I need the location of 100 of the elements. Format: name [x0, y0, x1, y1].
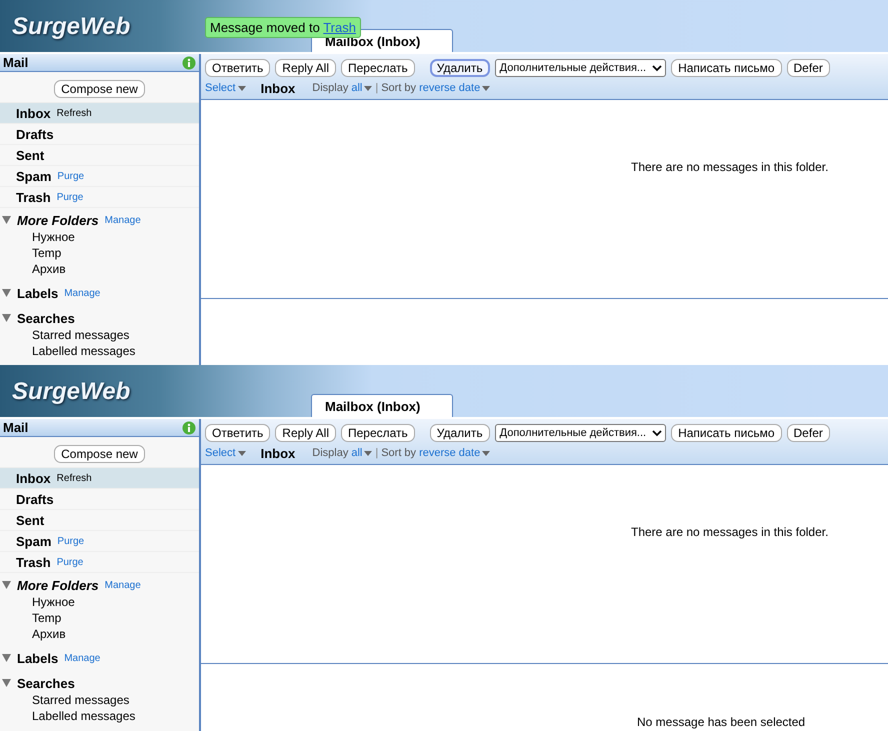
folder-item[interactable]: Sent	[0, 510, 199, 531]
toolbar-button[interactable]: Reply All	[275, 424, 336, 442]
section-title: Searches	[17, 310, 75, 326]
toolbar-button[interactable]: Defer	[786, 424, 830, 442]
actions-dropdown[interactable]: Дополнительные действия...	[494, 424, 666, 442]
manage-link[interactable]: Manage	[104, 580, 141, 590]
sort-menu[interactable]: reverse date	[419, 447, 490, 459]
folder-item[interactable]: Drafts	[0, 124, 199, 145]
subfolder-item[interactable]: Starred messages	[0, 327, 199, 343]
display-label: Display	[312, 447, 348, 459]
folder-action-link[interactable]: Refresh	[56, 108, 92, 118]
caret-icon	[482, 450, 490, 456]
separator: |	[375, 82, 378, 94]
mail-header: Mail	[0, 54, 199, 72]
display-menu[interactable]: all	[351, 82, 372, 94]
toolbar-button[interactable]: Удалить	[430, 59, 490, 77]
caret-icon	[238, 450, 246, 456]
folder-name[interactable]: Sent	[16, 512, 44, 528]
caret-icon	[238, 86, 246, 90]
folder-title: Inbox	[260, 446, 296, 460]
subfolder-item[interactable]: Labelled messages	[0, 343, 199, 359]
compose-button[interactable]: Compose new	[54, 80, 145, 98]
expanded-triangle-icon[interactable]	[2, 581, 11, 589]
toolbar-button[interactable]: Переслать	[340, 59, 415, 77]
mail-header: Mail	[0, 419, 199, 437]
caret-icon	[652, 64, 662, 72]
folder-item[interactable]: Drafts	[0, 489, 199, 510]
toolbar-button[interactable]: Удалить	[430, 424, 490, 442]
notification-toast: Message moved to Trash	[205, 17, 361, 38]
manage-link[interactable]: Manage	[104, 214, 141, 226]
compose-button[interactable]: Compose new	[54, 445, 145, 463]
section-title: Searches	[17, 676, 75, 690]
folder-item[interactable]: Trash Purge	[0, 552, 199, 573]
caret-icon	[652, 429, 662, 437]
logo: SurgeWeb	[12, 13, 130, 41]
mailbox-tab[interactable]: Mailbox (Inbox)	[311, 394, 454, 417]
subfolder-item[interactable]: Temp	[0, 610, 199, 626]
folder-name[interactable]: Spam	[16, 534, 52, 548]
toolbar-button[interactable]: Переслать	[340, 424, 415, 442]
expanded-triangle-icon[interactable]	[2, 289, 11, 297]
folder-item[interactable]: Trash Purge	[0, 187, 199, 208]
no-selection-message: No message has been selected	[637, 715, 806, 729]
folder-name[interactable]: Inbox	[16, 106, 51, 120]
sort-label: Sort by	[381, 82, 416, 94]
folder-action-link[interactable]: Refresh	[56, 472, 92, 484]
caret-icon	[364, 86, 372, 90]
folder-item[interactable]: Sent	[0, 145, 199, 166]
folder-name[interactable]: Drafts	[16, 126, 54, 142]
folder-item[interactable]: Inbox Refresh	[0, 103, 199, 124]
folder-name[interactable]: Trash	[16, 554, 51, 570]
select-menu[interactable]: Select	[205, 447, 246, 459]
separator: |	[375, 447, 378, 459]
folder-item[interactable]: Spam Purge	[0, 531, 199, 552]
toolbar-button[interactable]: Reply All	[275, 59, 336, 77]
folder-action-link[interactable]: Purge	[57, 536, 84, 546]
folder-name[interactable]: Drafts	[16, 492, 54, 506]
info-icon[interactable]	[182, 56, 196, 70]
section-title: More Folders	[17, 578, 99, 592]
subfolder-item[interactable]: Архив	[0, 261, 199, 277]
expanded-triangle-icon[interactable]	[2, 314, 11, 322]
caret-icon	[482, 86, 490, 90]
logo: SurgeWeb	[12, 378, 130, 406]
folder-name[interactable]: Inbox	[16, 470, 51, 486]
sort-label: Sort by	[381, 447, 416, 459]
expanded-triangle-icon[interactable]	[2, 679, 11, 687]
folder-item[interactable]: Inbox Refresh	[0, 468, 199, 489]
expanded-triangle-icon[interactable]	[2, 654, 11, 662]
folder-action-link[interactable]: Purge	[56, 192, 84, 202]
manage-link[interactable]: Manage	[64, 652, 100, 664]
toolbar-button[interactable]: Defer	[786, 59, 830, 77]
empty-folder-message: There are no messages in this folder.	[631, 160, 828, 174]
caret-icon	[364, 450, 372, 456]
folder-name[interactable]: Spam	[16, 168, 52, 184]
subfolder-item[interactable]: Starred messages	[0, 692, 199, 708]
manage-link[interactable]: Manage	[64, 288, 100, 298]
info-icon[interactable]	[182, 420, 196, 434]
folder-name[interactable]: Sent	[16, 148, 44, 162]
toolbar-button[interactable]: Ответить	[205, 59, 270, 77]
toolbar-button[interactable]: Ответить	[205, 424, 270, 442]
subfolder-item[interactable]: Labelled messages	[0, 708, 199, 724]
sort-menu[interactable]: reverse date	[419, 82, 490, 94]
subfolder-item[interactable]: Нужное	[0, 229, 199, 245]
select-menu[interactable]: Select	[205, 82, 246, 94]
section-title: Labels	[17, 286, 58, 300]
section-title: Labels	[17, 650, 58, 666]
actions-dropdown[interactable]: Дополнительные действия...	[494, 59, 666, 77]
folder-action-link[interactable]: Purge	[56, 556, 84, 568]
section-title: More Folders	[17, 212, 99, 228]
folder-title: Inbox	[260, 80, 296, 96]
subfolder-item[interactable]: Temp	[0, 245, 199, 261]
toolbar-button[interactable]: Написать письмо	[671, 424, 782, 442]
subfolder-item[interactable]: Архив	[0, 626, 199, 642]
toolbar-button[interactable]: Написать письмо	[671, 59, 782, 77]
expanded-triangle-icon[interactable]	[2, 216, 11, 224]
folder-item[interactable]: Spam Purge	[0, 166, 199, 187]
folder-action-link[interactable]: Purge	[57, 170, 84, 182]
folder-name[interactable]: Trash	[16, 190, 51, 204]
display-label: Display	[312, 82, 348, 94]
display-menu[interactable]: all	[351, 447, 372, 459]
subfolder-item[interactable]: Нужное	[0, 594, 199, 610]
